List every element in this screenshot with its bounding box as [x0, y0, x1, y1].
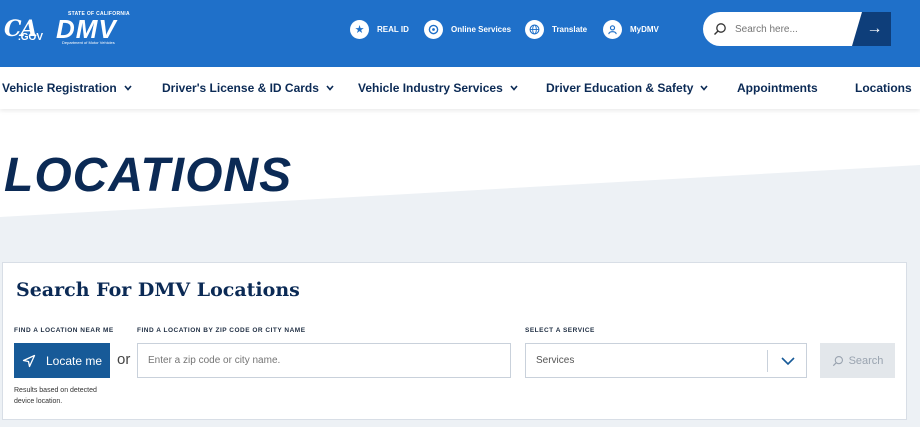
- mydmv-link[interactable]: MyDMV: [603, 19, 659, 39]
- chevron-down-icon: [326, 85, 334, 91]
- nav-vehicle-registration[interactable]: Vehicle Registration: [2, 81, 132, 95]
- service-select-value: Services: [536, 355, 575, 366]
- dmv-logo-text: DMV: [56, 14, 117, 44]
- translate-link[interactable]: Translate: [525, 19, 587, 39]
- location-search-card: Search For DMV Locations FIND A LOCATION…: [2, 262, 907, 420]
- zip-city-input[interactable]: [137, 343, 511, 378]
- ca-gov-logo[interactable]: CA .GOV: [4, 14, 44, 46]
- chevron-down-icon: [700, 85, 708, 91]
- arrow-right-icon: →: [866, 20, 883, 37]
- select-divider: [767, 350, 768, 372]
- card-title: Search For DMV Locations: [16, 279, 300, 301]
- search-icon: [832, 355, 843, 366]
- zip-label: FIND A LOCATION BY ZIP CODE OR CITY NAME: [137, 327, 306, 334]
- nav-label: Driver's License & ID Cards: [162, 81, 319, 95]
- nav-driver-education[interactable]: Driver Education & Safety: [546, 81, 708, 95]
- navigation-arrow-icon: [22, 354, 36, 367]
- online-services-icon: [424, 19, 443, 39]
- page-title: LOCATIONS: [4, 149, 293, 202]
- locate-me-button[interactable]: Locate me: [14, 343, 110, 378]
- header-search-input[interactable]: [735, 23, 855, 35]
- ca-logo-sub: .GOV: [18, 32, 44, 43]
- top-bar: CA .GOV STATE OF CALIFORNIA DMV Departme…: [0, 0, 920, 67]
- user-icon: [603, 19, 622, 39]
- online-services-label: Online Services: [451, 24, 512, 34]
- chevron-down-icon: [781, 357, 795, 366]
- main-nav: Vehicle Registration Driver's License & …: [0, 67, 920, 109]
- search-button[interactable]: Search: [820, 343, 895, 378]
- near-me-label: FIND A LOCATION NEAR ME: [14, 327, 114, 334]
- dmv-logo[interactable]: STATE OF CALIFORNIA DMV Department of Mo…: [56, 11, 132, 47]
- or-separator: or: [117, 351, 131, 368]
- nav-drivers-license[interactable]: Driver's License & ID Cards: [162, 81, 334, 95]
- real-id-link[interactable]: ★ REAL ID: [350, 19, 409, 39]
- nav-label: Vehicle Industry Services: [358, 81, 503, 95]
- service-label: SELECT A SERVICE: [525, 327, 595, 334]
- location-note: Results based on detected device locatio…: [14, 387, 97, 405]
- nav-label: Driver Education & Safety: [546, 81, 694, 95]
- mydmv-label: MyDMV: [630, 24, 659, 34]
- star-icon: ★: [350, 19, 369, 39]
- chevron-down-icon: [124, 85, 132, 91]
- nav-vehicle-industry[interactable]: Vehicle Industry Services: [358, 81, 518, 95]
- real-id-label: REAL ID: [377, 24, 409, 34]
- translate-label: Translate: [552, 24, 588, 34]
- search-icon: [714, 23, 726, 35]
- online-services-link[interactable]: Online Services: [424, 19, 511, 39]
- service-select[interactable]: Services: [525, 343, 807, 378]
- nav-label: Appointments: [737, 81, 818, 95]
- search-button-label: Search: [848, 354, 884, 367]
- nav-label: Locations: [855, 81, 912, 95]
- nav-label: Vehicle Registration: [2, 81, 117, 95]
- globe-icon: [525, 19, 544, 39]
- dmv-logo-dept: Department of Motor Vehicles: [62, 40, 115, 45]
- chevron-down-icon: [510, 85, 518, 91]
- nav-appointments[interactable]: Appointments: [737, 81, 818, 95]
- locate-me-label: Locate me: [45, 353, 103, 368]
- nav-locations[interactable]: Locations: [855, 81, 912, 95]
